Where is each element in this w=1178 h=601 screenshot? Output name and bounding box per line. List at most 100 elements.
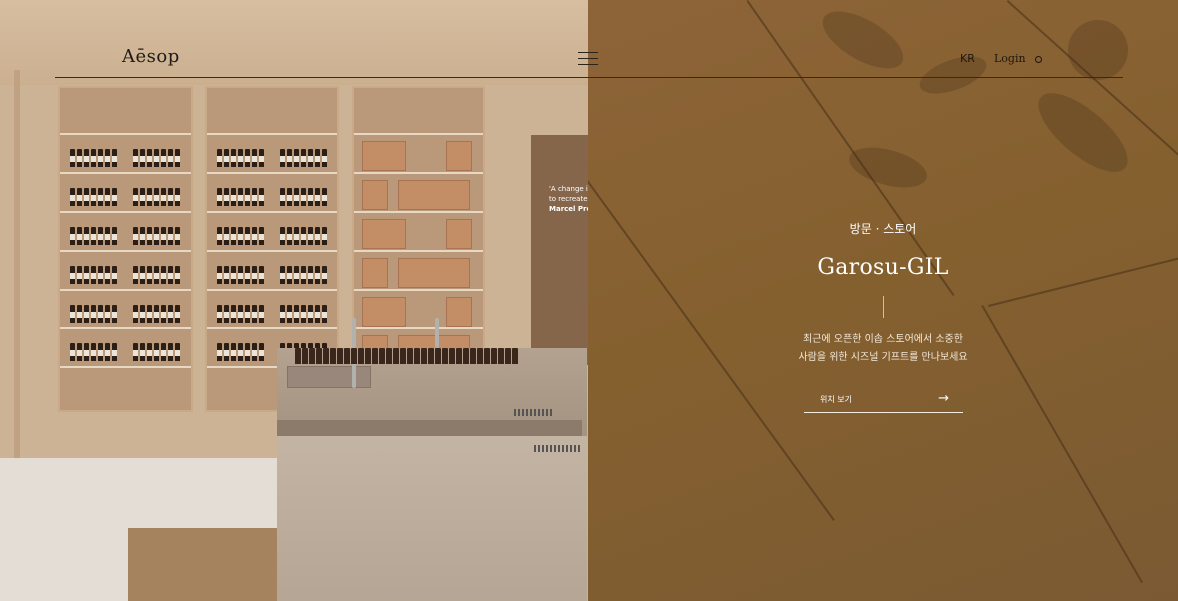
- product-bottle: [98, 343, 103, 361]
- product-bottle: [112, 149, 117, 167]
- poster-line-2: to recreate t: [549, 195, 588, 203]
- counter-bottle: [442, 348, 448, 364]
- counter-bottle: [414, 348, 420, 364]
- product-bottle: [105, 305, 110, 323]
- product-bottle: [98, 149, 103, 167]
- counter-bottle: [498, 348, 504, 364]
- product-bottle: [161, 305, 166, 323]
- product-bottle: [259, 227, 264, 245]
- counter-bottle: [491, 348, 497, 364]
- product-bottle: [84, 188, 89, 206]
- product-bottle: [294, 266, 299, 284]
- product-bottle: [70, 188, 75, 206]
- product-bottle: [301, 149, 306, 167]
- product-bottle: [91, 188, 96, 206]
- product-bottle: [245, 266, 250, 284]
- product-bottle: [224, 266, 229, 284]
- product-bottle: [294, 188, 299, 206]
- product-bottle: [322, 266, 327, 284]
- counter-bottle: [407, 348, 413, 364]
- counter-bottle: [470, 348, 476, 364]
- product-bottle: [252, 266, 257, 284]
- vertical-divider: [883, 296, 884, 318]
- product-bottle: [112, 266, 117, 284]
- shelf-board: [60, 172, 191, 174]
- product-bottle: [259, 149, 264, 167]
- product-bottle: [133, 305, 138, 323]
- product-bottle: [140, 266, 145, 284]
- counter-bottle: [456, 348, 462, 364]
- counter-bottle: [372, 348, 378, 364]
- shadow-leaf: [1026, 79, 1140, 186]
- store-name-title: Garosu-GIL: [817, 255, 949, 280]
- product-bottle: [280, 227, 285, 245]
- product-bottle: [245, 343, 250, 361]
- product-bottle: [238, 227, 243, 245]
- product-bottle: [287, 227, 292, 245]
- product-bottle: [259, 188, 264, 206]
- product-bottle: [70, 305, 75, 323]
- sink-counter-lip: [277, 420, 582, 436]
- sink-basin: [287, 366, 371, 388]
- product-bottle: [315, 305, 320, 323]
- product-bottle: [70, 266, 75, 284]
- language-selector[interactable]: KR: [960, 52, 975, 65]
- counter-bottle: [393, 348, 399, 364]
- product-bottle: [308, 227, 313, 245]
- product-bottle: [105, 343, 110, 361]
- product-bottle: [308, 149, 313, 167]
- product-bottle: [168, 305, 173, 323]
- counter-bottle: [484, 348, 490, 364]
- menu-icon[interactable]: [578, 51, 598, 65]
- login-link[interactable]: Login: [994, 52, 1026, 65]
- counter-bottle: [337, 348, 343, 364]
- product-bottle: [84, 305, 89, 323]
- view-location-button[interactable]: 위치 보기 →: [804, 391, 963, 413]
- product-bottle: [91, 227, 96, 245]
- shelf-board: [207, 172, 337, 174]
- product-bottle: [140, 188, 145, 206]
- product-bottle: [287, 149, 292, 167]
- shelf-board: [60, 289, 191, 291]
- view-location-label: 위치 보기: [820, 395, 852, 404]
- shelf-edge: [14, 70, 20, 460]
- shelf-board: [60, 211, 191, 213]
- product-bottle: [301, 305, 306, 323]
- counter-bottle: [400, 348, 406, 364]
- product-bottle: [147, 305, 152, 323]
- product-bottle: [105, 188, 110, 206]
- product-bottle: [259, 305, 264, 323]
- product-bottle: [224, 149, 229, 167]
- product-bottle: [252, 305, 257, 323]
- counter-bottle: [428, 348, 434, 364]
- product-bottle: [280, 305, 285, 323]
- product-bottle: [322, 227, 327, 245]
- product-bottle: [175, 343, 180, 361]
- counter-bottle: [435, 348, 441, 364]
- product-bottle: [175, 188, 180, 206]
- shelf-board: [207, 133, 337, 135]
- product-bottle: [252, 227, 257, 245]
- product-bottle: [280, 188, 285, 206]
- product-bottle: [224, 305, 229, 323]
- product-bottle: [77, 266, 82, 284]
- product-bottle: [231, 227, 236, 245]
- product-bottle: [91, 343, 96, 361]
- product-bottle: [140, 343, 145, 361]
- product-bottle: [259, 343, 264, 361]
- product-bottle: [154, 227, 159, 245]
- counter-bottle: [351, 348, 357, 364]
- product-box: [446, 141, 472, 171]
- search-icon[interactable]: [1035, 56, 1042, 63]
- counter-bottle: [330, 348, 336, 364]
- counter-bottle: [463, 348, 469, 364]
- aesop-logo[interactable]: Aēsop: [122, 46, 180, 67]
- product-bottle: [238, 305, 243, 323]
- arrow-right-icon: →: [938, 391, 949, 406]
- product-bottle: [105, 266, 110, 284]
- hero-eyebrow: 방문 · 스토어: [849, 222, 917, 236]
- product-bottle: [175, 227, 180, 245]
- wall-poster: [531, 135, 588, 365]
- vent: [534, 445, 580, 452]
- counter-bottle: [379, 348, 385, 364]
